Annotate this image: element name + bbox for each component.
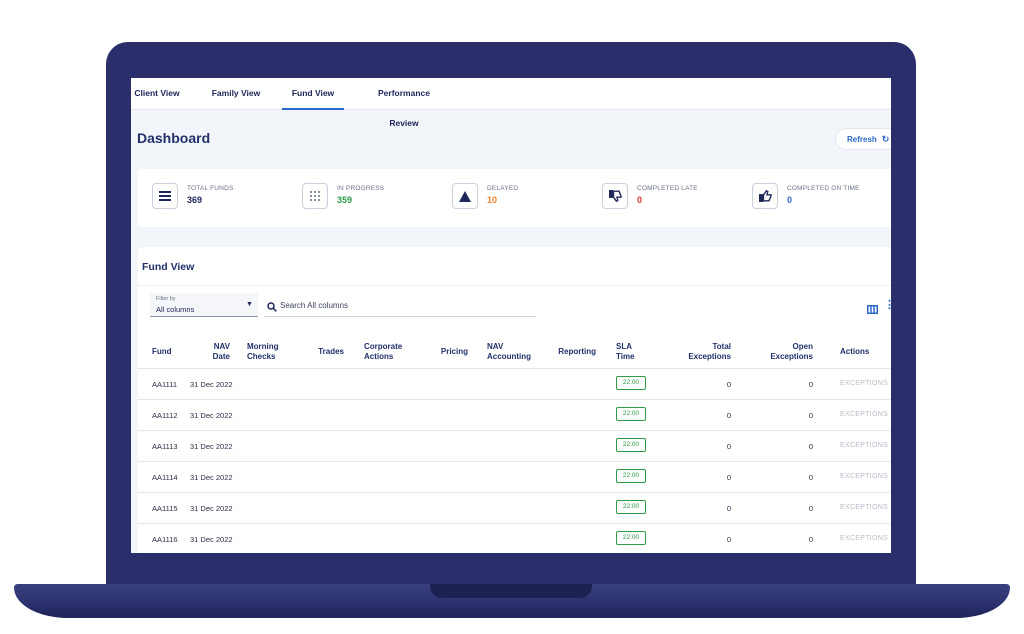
- cell-fund: AA1111: [152, 380, 178, 389]
- tab-performance-review[interactable]: Performance Review: [364, 78, 444, 128]
- top-navigation: Client View Family View Fund View Perfor…: [131, 78, 891, 128]
- cell-nav-date: 31 Dec 2022: [190, 504, 233, 513]
- stat-label: DELAYED: [487, 185, 519, 192]
- stat-value: 359: [337, 195, 353, 205]
- cell-open-exceptions: 0: [808, 411, 813, 420]
- stat-label: COMPLETED LATE: [637, 185, 698, 192]
- cell-nav-date: 31 Dec 2022: [190, 380, 233, 389]
- cell-total-exceptions: 0: [726, 442, 731, 451]
- exceptions-button[interactable]: EXCEPTIONS: [840, 504, 888, 511]
- tab-family-view[interactable]: Family View: [211, 78, 261, 110]
- stat-label: IN PROGRESS: [337, 185, 385, 192]
- stat-value: 369: [187, 195, 203, 205]
- sla-time-badge: 22:00: [616, 531, 646, 545]
- table-row[interactable]: AA1113 31 Dec 2022 22:00 0 0 EXCEPTIONS: [138, 431, 891, 462]
- col-open-exceptions[interactable]: Open Exceptions: [760, 342, 813, 361]
- cell-total-exceptions: 0: [726, 473, 731, 482]
- cell-fund: AA1114: [152, 473, 178, 482]
- table-row[interactable]: AA1115 31 Dec 2022 22:00 0 0 EXCEPTIONS: [138, 493, 891, 524]
- col-sla-time[interactable]: SLA Time: [616, 342, 635, 361]
- cell-fund: AA1112: [152, 411, 178, 420]
- stat-label: TOTAL FUNDS: [187, 185, 234, 192]
- progress-grid-icon: [302, 183, 328, 209]
- col-trades[interactable]: Trades: [310, 347, 344, 357]
- col-nav-accounting[interactable]: NAV Accounting: [487, 342, 531, 361]
- divider: [138, 285, 891, 286]
- sla-time-badge: 22:00: [616, 500, 646, 514]
- laptop-notch: [430, 584, 592, 598]
- cell-nav-date: 31 Dec 2022: [190, 535, 233, 544]
- refresh-button[interactable]: Refresh ↻: [835, 128, 891, 150]
- col-nav-date[interactable]: NAV Date: [200, 342, 230, 361]
- filter-select[interactable]: Filter by All columns ▼: [150, 293, 258, 317]
- col-total-exceptions[interactable]: Total Exceptions: [678, 342, 731, 361]
- cell-open-exceptions: 0: [808, 535, 813, 544]
- fund-view-title: Fund View: [142, 261, 195, 273]
- tab-client-view[interactable]: Client View: [133, 78, 181, 110]
- cell-open-exceptions: 0: [808, 442, 813, 451]
- caret-down-icon: ▼: [246, 301, 253, 308]
- cell-nav-date: 31 Dec 2022: [190, 411, 233, 420]
- stat-value: 10: [487, 195, 498, 205]
- exceptions-button[interactable]: EXCEPTIONS: [840, 473, 888, 480]
- stat-value: 0: [637, 195, 643, 205]
- table-row[interactable]: AA1114 31 Dec 2022 22:00 0 0 EXCEPTIONS: [138, 462, 891, 493]
- cell-total-exceptions: 0: [726, 411, 731, 420]
- exceptions-button[interactable]: EXCEPTIONS: [840, 442, 888, 449]
- table-row[interactable]: AA1116 31 Dec 2022 22:00 0 0 EXCEPTIONS: [138, 524, 891, 553]
- cell-fund: AA1116: [152, 535, 178, 544]
- col-pricing[interactable]: Pricing: [430, 347, 468, 357]
- cell-fund: AA1115: [152, 504, 178, 513]
- col-fund[interactable]: Fund: [152, 347, 172, 357]
- table-row[interactable]: AA1111 31 Dec 2022 22:00 0 0 EXCEPTIONS: [138, 369, 891, 400]
- cell-open-exceptions: 0: [808, 504, 813, 513]
- stats-card: TOTAL FUNDS 369 IN PROGRESS 359 DELAYED …: [138, 169, 891, 227]
- sla-time-badge: 22:00: [616, 407, 646, 421]
- sla-time-badge: 22:00: [616, 438, 646, 452]
- refresh-icon: ↻: [881, 134, 890, 144]
- stat-value: 0: [787, 195, 793, 205]
- tab-fund-view[interactable]: Fund View: [282, 78, 344, 110]
- more-vertical-icon[interactable]: ⋮: [884, 298, 891, 312]
- table-row[interactable]: AA1112 31 Dec 2022 22:00 0 0 EXCEPTIONS: [138, 400, 891, 431]
- sla-time-badge: 22:00: [616, 469, 646, 483]
- fund-view-card: Fund View Filter by All columns ▼ ⋮ Fund…: [138, 247, 891, 553]
- search-icon: [267, 299, 277, 317]
- app-screen: Client View Family View Fund View Perfor…: [131, 78, 891, 553]
- col-actions[interactable]: Actions: [840, 347, 869, 357]
- cell-fund: AA1113: [152, 442, 178, 451]
- cell-total-exceptions: 0: [726, 535, 731, 544]
- stat-label: COMPLETED ON TIME: [787, 185, 860, 192]
- cell-nav-date: 31 Dec 2022: [190, 442, 233, 451]
- cell-total-exceptions: 0: [726, 380, 731, 389]
- cell-nav-date: 31 Dec 2022: [190, 473, 233, 482]
- exceptions-button[interactable]: EXCEPTIONS: [840, 380, 888, 387]
- page-title: Dashboard: [137, 130, 211, 146]
- col-corporate-actions[interactable]: Corporate Actions: [364, 342, 402, 361]
- search-input[interactable]: [280, 297, 530, 313]
- cell-open-exceptions: 0: [808, 473, 813, 482]
- col-morning-checks[interactable]: Morning Checks: [247, 342, 279, 361]
- exceptions-button[interactable]: EXCEPTIONS: [840, 535, 888, 542]
- table-header: Fund NAV Date Morning Checks Trades Corpor…: [138, 339, 891, 369]
- list-icon: [152, 183, 178, 209]
- columns-icon[interactable]: [867, 301, 878, 319]
- thumbs-up-icon: [752, 183, 778, 209]
- sla-time-badge: 22:00: [616, 376, 646, 390]
- thumbs-down-icon: [602, 183, 628, 209]
- filter-label: Filter by: [156, 296, 176, 302]
- refresh-label: Refresh: [847, 135, 877, 144]
- search-field: [264, 293, 536, 317]
- cell-open-exceptions: 0: [808, 380, 813, 389]
- warning-triangle-icon: [452, 183, 478, 209]
- exceptions-button[interactable]: EXCEPTIONS: [840, 411, 888, 418]
- cell-total-exceptions: 0: [726, 504, 731, 513]
- col-reporting[interactable]: Reporting: [552, 347, 596, 357]
- filter-value: All columns: [156, 305, 195, 314]
